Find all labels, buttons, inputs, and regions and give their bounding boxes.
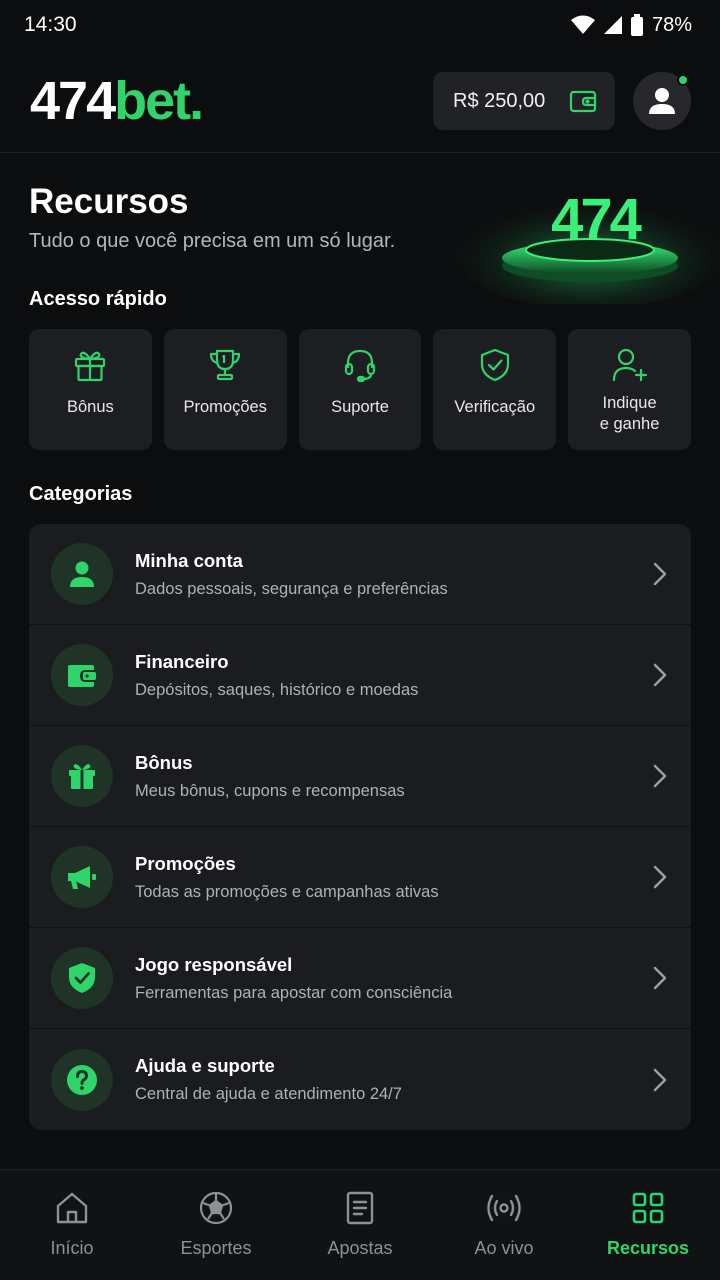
hero-art-text: 474 bbox=[551, 187, 642, 252]
home-icon bbox=[56, 1192, 88, 1224]
nav-item-home[interactable]: Início bbox=[0, 1170, 144, 1280]
chevron-right-icon bbox=[653, 562, 667, 586]
category-icon-bg bbox=[51, 846, 113, 908]
grid-icon bbox=[632, 1192, 664, 1224]
categories-list: Minha conta Dados pessoais, segurança e … bbox=[29, 524, 691, 1130]
chevron-right-icon bbox=[653, 865, 667, 889]
category-subtitle: Dados pessoais, segurança e preferências bbox=[135, 579, 448, 598]
bet-slip-icon bbox=[346, 1191, 374, 1225]
category-title: Financeiro bbox=[135, 650, 229, 672]
brand-logo[interactable]: 474bet. bbox=[30, 71, 204, 131]
hero-podium-illustration: 474 bbox=[450, 187, 720, 304]
nav-item-resources[interactable]: Recursos bbox=[576, 1170, 720, 1280]
chevron-right-icon bbox=[653, 966, 667, 990]
category-title: Minha conta bbox=[135, 549, 243, 571]
category-title: Promoções bbox=[135, 852, 236, 874]
quick-access-grid: Bônus Promoções Suporte Verificação Indi… bbox=[29, 329, 691, 450]
status-icons: 78% bbox=[570, 14, 692, 37]
category-icon-bg bbox=[51, 947, 113, 1009]
logo-word: bet. bbox=[114, 71, 204, 131]
status-time: 14:30 bbox=[24, 13, 77, 36]
logo-number: 474 bbox=[30, 71, 116, 131]
user-plus-icon bbox=[612, 348, 647, 382]
category-financial[interactable]: Financeiro Depósitos, saques, histórico … bbox=[29, 625, 691, 726]
category-subtitle: Depósitos, saques, histórico e moedas bbox=[135, 680, 419, 699]
category-icon-bg bbox=[51, 745, 113, 807]
category-my-account[interactable]: Minha conta Dados pessoais, segurança e … bbox=[29, 524, 691, 625]
user-icon bbox=[70, 561, 94, 587]
category-subtitle: Central de ajuda e atendimento 24/7 bbox=[135, 1085, 402, 1103]
nav-item-sports[interactable]: Esportes bbox=[144, 1170, 288, 1280]
headset-icon bbox=[344, 349, 376, 383]
question-icon bbox=[67, 1064, 97, 1095]
quick-tile-bonus[interactable]: Bônus bbox=[29, 329, 152, 450]
quick-access-title: Acesso rápido bbox=[29, 288, 167, 310]
user-icon bbox=[649, 88, 675, 114]
gift-icon bbox=[75, 351, 106, 382]
wallet-icon bbox=[569, 90, 597, 113]
bottom-navigation: Início Esportes Apostas Ao vivo Recursos bbox=[0, 1169, 720, 1280]
nav-label: Ao vivo bbox=[474, 1238, 534, 1258]
nav-item-live[interactable]: Ao vivo bbox=[432, 1170, 576, 1280]
category-bonus[interactable]: Bônus Meus bônus, cupons e recompensas bbox=[29, 726, 691, 827]
category-responsible-gaming[interactable]: Jogo responsável Ferramentas para aposta… bbox=[29, 928, 691, 1029]
category-subtitle: Meus bônus, cupons e recompensas bbox=[135, 781, 405, 800]
online-indicator bbox=[677, 74, 689, 86]
nav-label: Esportes bbox=[180, 1238, 252, 1258]
categories-title: Categorias bbox=[29, 483, 133, 505]
balance-amount: R$ 250,00 bbox=[453, 89, 546, 112]
nav-item-bets[interactable]: Apostas bbox=[288, 1170, 432, 1280]
category-title: Ajuda e suporte bbox=[135, 1055, 275, 1076]
megaphone-icon bbox=[68, 866, 96, 889]
wallet-icon bbox=[68, 665, 96, 687]
category-icon-bg bbox=[51, 644, 113, 706]
app-header: 474bet. R$ 250,00 bbox=[0, 50, 720, 153]
profile-avatar[interactable] bbox=[633, 72, 691, 130]
nav-label: Início bbox=[50, 1238, 94, 1258]
quick-tile-label: Verificação bbox=[454, 398, 536, 416]
soccer-ball-icon bbox=[199, 1191, 233, 1225]
live-icon bbox=[487, 1194, 521, 1222]
balance-button[interactable]: R$ 250,00 bbox=[433, 72, 615, 130]
signal-icon bbox=[603, 16, 622, 34]
quick-tile-label: Bônus bbox=[67, 398, 114, 416]
quick-tile-referral[interactable]: Indique e ganhe bbox=[568, 329, 691, 450]
chevron-right-icon bbox=[653, 764, 667, 788]
quick-tile-verification[interactable]: Verificação bbox=[433, 329, 557, 450]
chevron-right-icon bbox=[653, 663, 667, 687]
hero-section: Recursos Tudo o que você precisa em um s… bbox=[0, 154, 720, 304]
shield-check-icon bbox=[69, 963, 95, 993]
category-icon-bg bbox=[51, 1048, 113, 1111]
quick-tile-label: Suporte bbox=[331, 398, 389, 416]
battery-icon bbox=[630, 14, 643, 36]
page-title: Recursos bbox=[29, 182, 189, 221]
gift-icon bbox=[69, 764, 95, 789]
status-bar: 14:30 78% bbox=[0, 0, 720, 50]
wifi-icon bbox=[570, 15, 595, 34]
category-subtitle: Ferramentas para apostar com consciência bbox=[135, 983, 453, 1002]
battery-level: 78% bbox=[651, 13, 692, 36]
trophy-icon bbox=[210, 349, 241, 381]
category-title: Bônus bbox=[135, 751, 193, 773]
nav-label: Recursos bbox=[606, 1238, 690, 1258]
category-subtitle: Todas as promoções e campanhas ativas bbox=[135, 882, 439, 901]
category-title: Jogo responsável bbox=[135, 953, 293, 975]
category-icon-bg bbox=[51, 543, 113, 605]
category-promotions[interactable]: Promoções Todas as promoções e campanhas… bbox=[29, 827, 691, 928]
quick-tile-label: Promoções bbox=[183, 398, 267, 416]
page-subtitle: Tudo o que você precisa em um só lugar. bbox=[29, 230, 396, 252]
quick-tile-support[interactable]: Suporte bbox=[298, 329, 422, 450]
quick-tile-promotions[interactable]: Promoções bbox=[163, 329, 287, 450]
category-help-support[interactable]: Ajuda e suporte Central de ajuda e atend… bbox=[29, 1029, 691, 1130]
nav-label: Apostas bbox=[327, 1238, 393, 1258]
quick-tile-label: Indique e ganhe bbox=[599, 394, 660, 433]
shield-check-icon bbox=[480, 348, 509, 382]
chevron-right-icon bbox=[653, 1068, 667, 1091]
